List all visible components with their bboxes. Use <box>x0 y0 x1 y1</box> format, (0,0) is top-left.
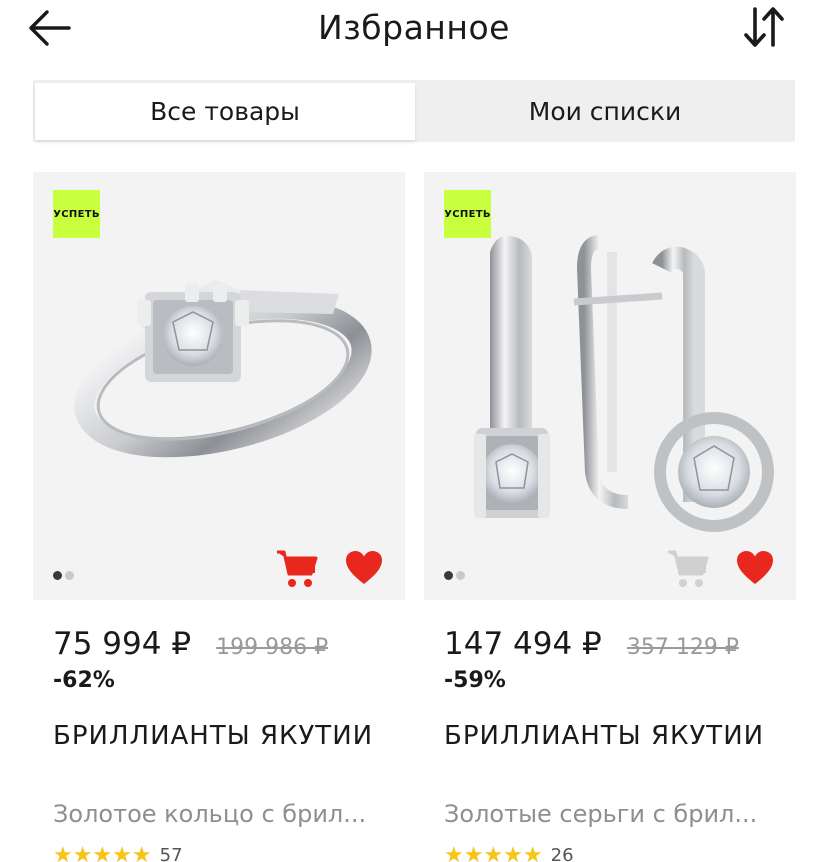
star-icon: ★★★★★ <box>53 842 152 862</box>
old-price: 199 986 ₽ <box>216 635 329 660</box>
tab-my-lists[interactable]: Мои списки <box>415 80 795 142</box>
product-description: Золотое кольцо с брил... <box>53 800 367 828</box>
favorite-button[interactable] <box>736 550 774 588</box>
sort-icon <box>744 7 784 47</box>
review-count: 26 <box>550 844 574 862</box>
heart-icon <box>346 551 382 584</box>
add-to-cart-button[interactable] <box>666 548 710 590</box>
pager-dot <box>65 571 74 580</box>
current-price: 147 494 ₽ <box>444 626 602 662</box>
page-title: Избранное <box>318 8 510 47</box>
old-price: 357 129 ₽ <box>626 635 739 660</box>
product-brand: БРИЛЛИАНТЫ ЯКУТИИ <box>53 721 374 751</box>
rating: ★★★★★ 57 <box>53 842 183 862</box>
product-brand: БРИЛЛИАНТЫ ЯКУТИИ <box>444 721 765 751</box>
discount-label: -59% <box>444 668 506 693</box>
review-count: 57 <box>159 844 183 862</box>
pager-dot-active <box>444 571 453 580</box>
price-row: 147 494 ₽ 357 129 ₽ <box>444 626 739 662</box>
pager-dot <box>456 571 465 580</box>
current-price: 75 994 ₽ <box>53 626 192 662</box>
cart-icon <box>277 550 318 587</box>
favorite-button[interactable] <box>345 550 383 588</box>
add-to-cart-button[interactable] <box>275 548 319 590</box>
cart-icon <box>668 550 709 587</box>
sort-button[interactable] <box>740 4 788 50</box>
pager-dot-active <box>53 571 62 580</box>
product-image[interactable]: УСПЕТЬ <box>424 172 796 600</box>
star-icon: ★★★★★ <box>444 842 543 862</box>
rating: ★★★★★ 26 <box>444 842 574 862</box>
product-description: Золотые серьги с брил... <box>444 800 758 828</box>
image-pager-dots <box>444 571 465 580</box>
product-image[interactable]: УСПЕТЬ <box>33 172 405 600</box>
heart-icon <box>737 551 773 584</box>
tab-all-products[interactable]: Все товары <box>35 83 415 140</box>
image-pager-dots <box>53 571 74 580</box>
promo-badge: УСПЕТЬ <box>444 190 491 238</box>
price-row: 75 994 ₽ 199 986 ₽ <box>53 626 328 662</box>
top-bar: Избранное <box>0 0 828 60</box>
discount-label: -62% <box>53 668 115 693</box>
promo-badge: УСПЕТЬ <box>53 190 100 238</box>
favorites-tabs: Мои списки Все товары <box>33 80 795 142</box>
